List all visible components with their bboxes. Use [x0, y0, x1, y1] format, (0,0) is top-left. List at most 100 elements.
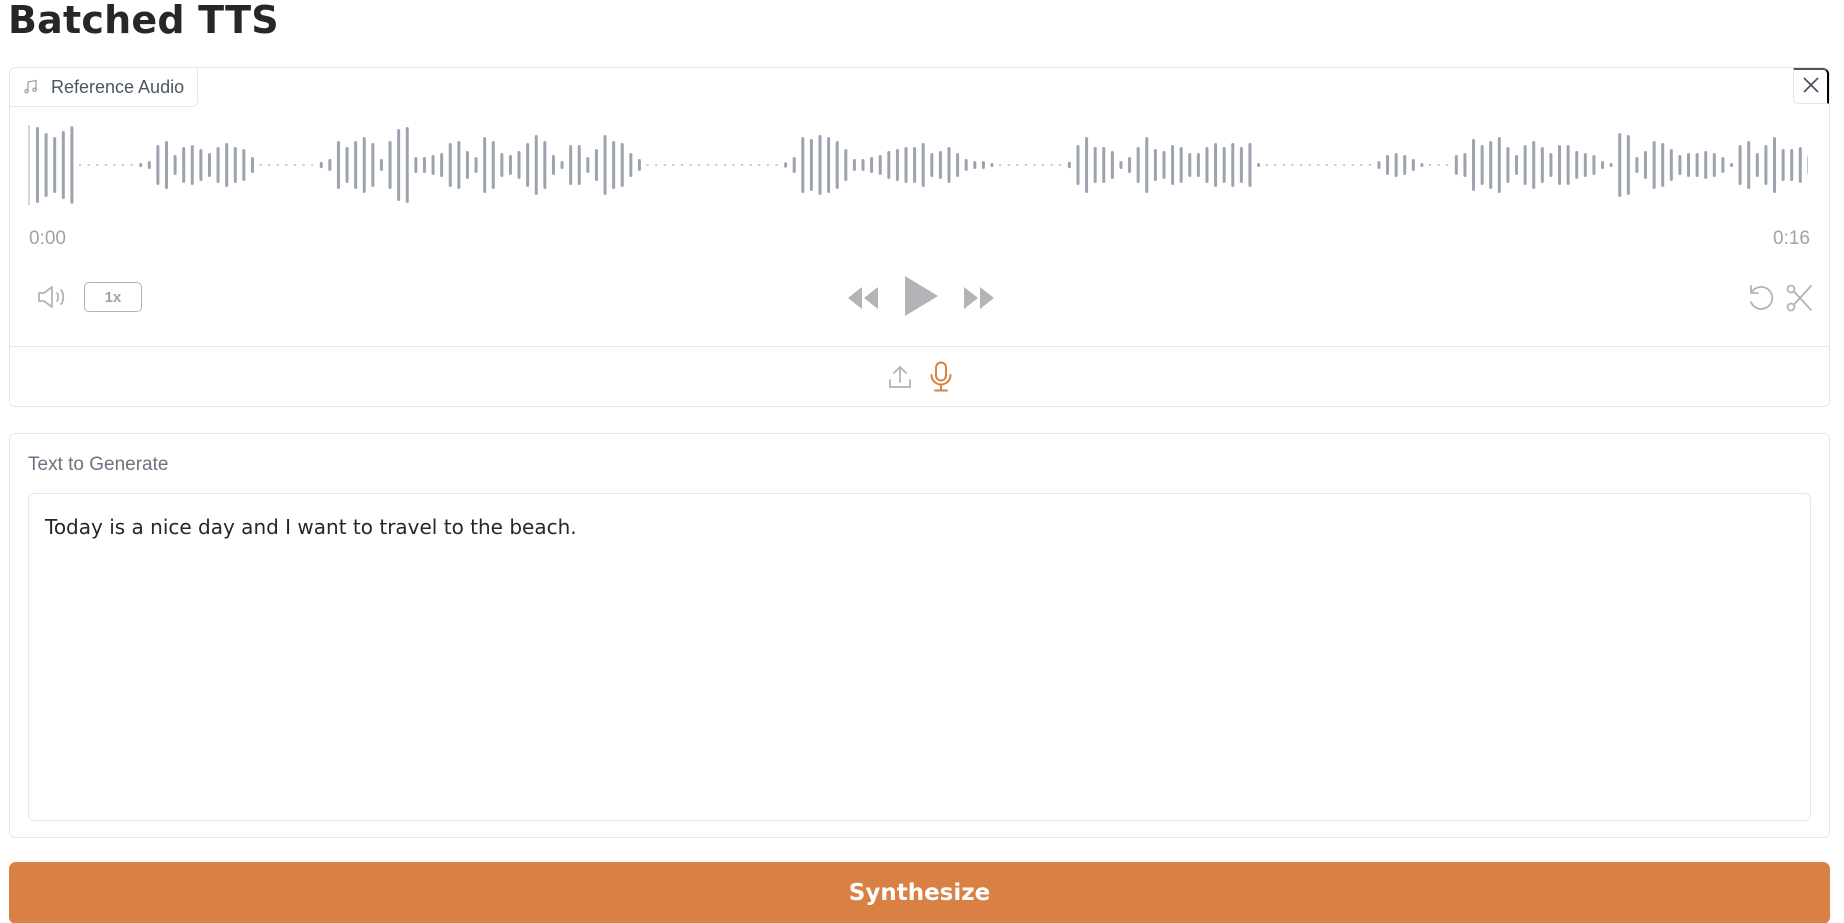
waveform-silence-dot [276, 164, 279, 166]
waveform-bar [870, 157, 874, 173]
text-to-generate-input[interactable]: Today is a nice day and I want to travel… [28, 493, 1811, 821]
waveform-bar [36, 127, 39, 203]
reference-audio-label-text: Reference Audio [51, 76, 185, 97]
waveform-bar [1067, 161, 1071, 169]
waveform-bar [156, 145, 160, 185]
close-button[interactable] [1793, 68, 1829, 104]
waveform-bar [1119, 161, 1123, 169]
waveform-silence-dot [1360, 164, 1363, 166]
waveform-bar [1196, 153, 1200, 177]
waveform-bar [543, 141, 547, 189]
waveform-bar [603, 135, 607, 195]
waveform-bar [1807, 155, 1808, 175]
waveform-silence-dot [268, 164, 271, 166]
waveform-bar [1394, 153, 1398, 177]
waveform-silence-dot [1343, 164, 1346, 166]
waveform-silence-dot [1446, 164, 1449, 166]
waveform-silence-dot [1429, 164, 1432, 166]
waveform-bar [465, 151, 469, 179]
synthesize-button[interactable]: Synthesize [9, 862, 1830, 923]
waveform-silence-dot [1059, 164, 1062, 166]
waveform-silence-dot [293, 164, 296, 166]
waveform-bar [1566, 145, 1570, 185]
waveform-silence-dot [775, 164, 778, 166]
waveform-bar [629, 153, 633, 177]
waveform-bar [397, 129, 401, 201]
waveform-silence-dot [646, 164, 649, 166]
waveform-bar [1076, 145, 1080, 185]
waveform-silence-dot [1437, 164, 1440, 166]
waveform-silence-dot [758, 164, 761, 166]
waveform-silence-dot [1050, 164, 1053, 166]
rewind-icon[interactable] [846, 285, 880, 311]
waveform-bar [1669, 149, 1673, 181]
waveform-bar [1773, 137, 1777, 193]
playback-rate-button[interactable]: 1x [84, 282, 142, 312]
waveform-bar [1136, 147, 1140, 183]
waveform-bar [345, 147, 349, 183]
waveform-bar [474, 157, 478, 173]
upload-icon[interactable] [887, 364, 913, 390]
playhead-cursor[interactable] [28, 125, 30, 205]
waveform-bar [1644, 151, 1648, 179]
time-current: 0:00 [29, 228, 66, 249]
waveform-bar [577, 145, 581, 185]
waveform-bar [319, 161, 323, 169]
waveform-bar [1231, 143, 1235, 187]
waveform-bar [1093, 147, 1097, 183]
waveform-bar [508, 155, 512, 175]
scissors-icon[interactable] [1785, 283, 1813, 313]
waveform-bar [921, 143, 925, 187]
waveform-silence-dot [698, 164, 701, 166]
waveform-silence-dot [1007, 164, 1010, 166]
waveform-bar [973, 161, 977, 169]
waveform-bar [1583, 153, 1587, 177]
waveform-silence-dot [1334, 164, 1337, 166]
waveform-bar [956, 153, 960, 177]
waveform-bar [190, 145, 194, 185]
play-icon[interactable] [903, 275, 939, 317]
waveform-silence-dot [302, 164, 305, 166]
volume-icon[interactable] [37, 284, 69, 310]
waveform-silence-dot [723, 164, 726, 166]
waveform-bar [414, 157, 418, 173]
waveform-silence-dot [1024, 164, 1027, 166]
waveform-bar [1188, 153, 1192, 177]
waveform-bar [1704, 151, 1708, 179]
waveform-bar [500, 153, 504, 177]
waveform-bar [1420, 163, 1424, 167]
waveform-bar [637, 159, 641, 171]
waveform-bar [938, 151, 942, 179]
time-duration: 0:16 [1773, 228, 1810, 249]
waveform-silence-dot [1033, 164, 1036, 166]
waveform-bar [809, 139, 813, 191]
microphone-icon[interactable] [929, 361, 953, 393]
waveform-bar [1480, 145, 1484, 185]
waveform-bar [1128, 157, 1132, 173]
waveform-silence-dot [1016, 164, 1019, 166]
waveform-silence-dot [749, 164, 752, 166]
waveform-bar [612, 141, 616, 189]
waveform-silence-dot [715, 164, 718, 166]
waveform-silence-dot [1042, 164, 1045, 166]
waveform-bar [491, 141, 495, 189]
undo-icon[interactable] [1745, 283, 1777, 313]
waveform-bar [1248, 143, 1252, 187]
waveform-silence-dot [1274, 164, 1277, 166]
waveform-bar [379, 159, 383, 171]
waveform-bar [913, 147, 917, 183]
waveform-bar [620, 143, 624, 187]
playback-controls: 1x [10, 273, 1829, 323]
waveform-bar [1652, 141, 1656, 189]
waveform[interactable] [28, 120, 1808, 210]
waveform-bar [250, 157, 254, 173]
waveform-bar [1489, 141, 1493, 189]
waveform-bar [1506, 147, 1510, 183]
waveform-silence-dot [1325, 164, 1328, 166]
fast-forward-icon[interactable] [961, 285, 997, 311]
waveform-bar [405, 127, 409, 203]
waveform-bar [431, 155, 435, 175]
reference-audio-card: Reference Audio 0:00 0:16 1x [9, 67, 1830, 407]
waveform-bar [517, 151, 521, 179]
waveform-bar [139, 163, 143, 167]
